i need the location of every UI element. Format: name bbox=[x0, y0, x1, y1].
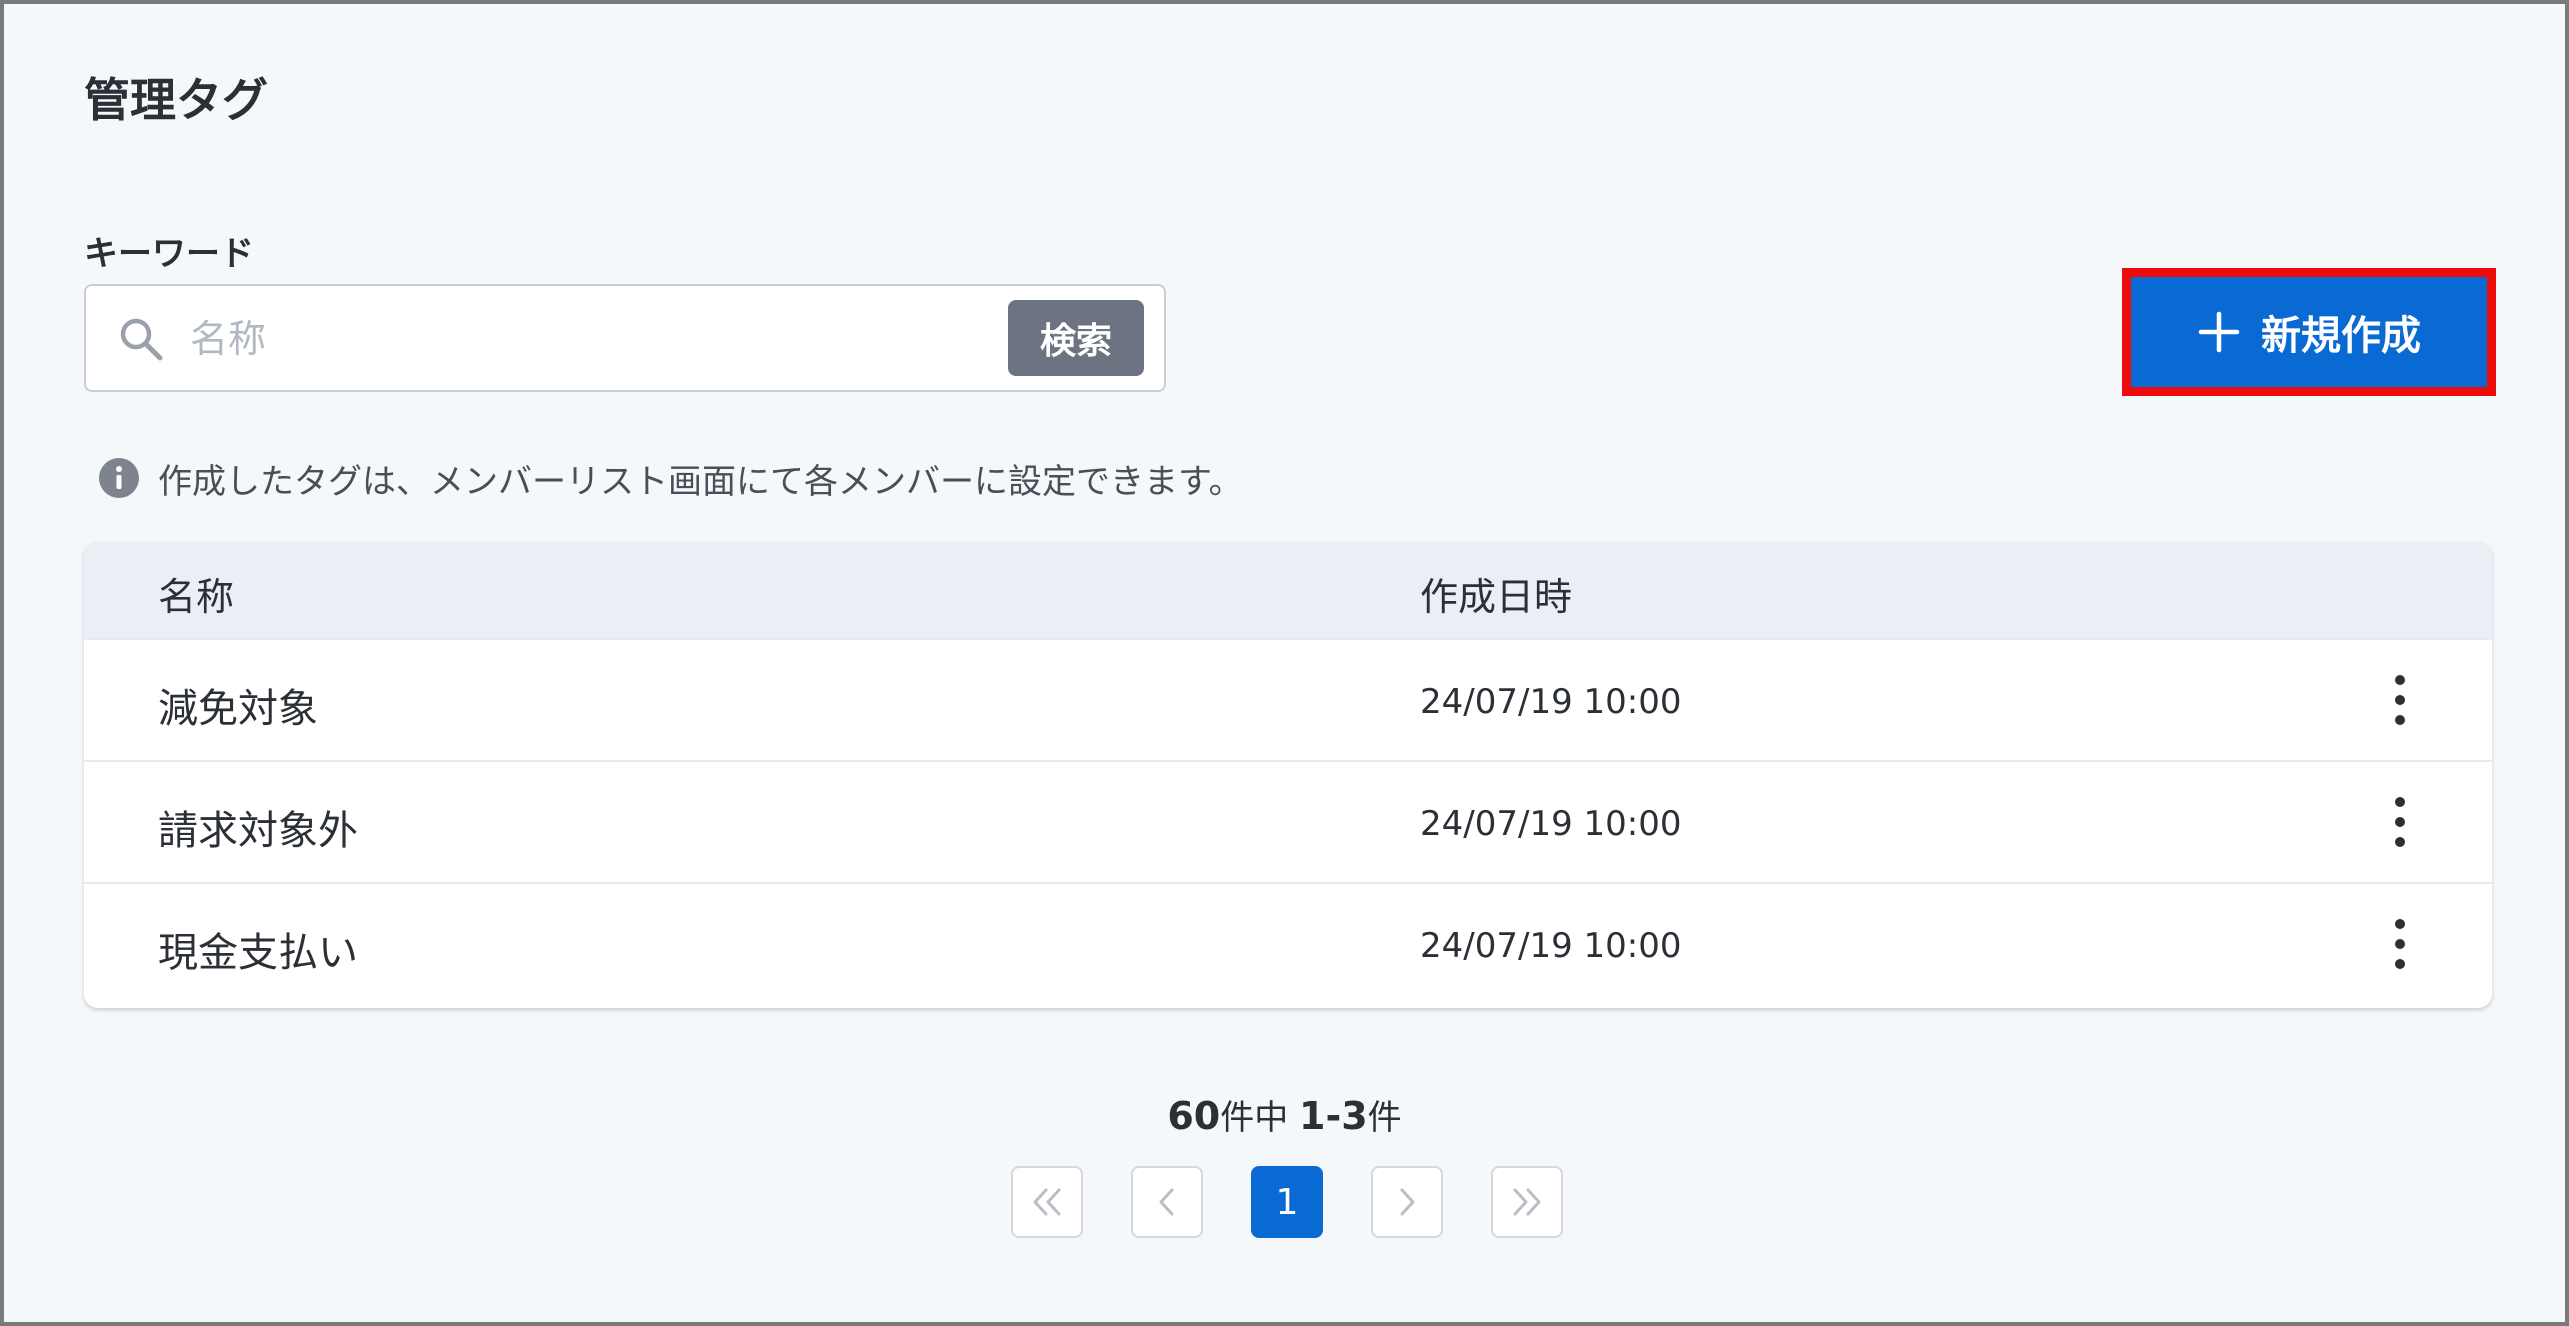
search-input[interactable] bbox=[190, 306, 1070, 372]
new-button-highlight: 新規作成 bbox=[2122, 268, 2496, 396]
table-row: 請求対象外 24/07/19 10:00 bbox=[84, 760, 2492, 882]
table-row: 現金支払い 24/07/19 10:00 bbox=[84, 882, 2492, 1004]
search-box: 検索 bbox=[84, 284, 1166, 392]
double-chevron-right-icon bbox=[1513, 1188, 1541, 1216]
search-icon bbox=[116, 314, 166, 364]
info-note: 作成したタグは、メンバーリスト画面にて各メンバーに設定できます。 bbox=[98, 456, 1243, 502]
table-row: 減免対象 24/07/19 10:00 bbox=[84, 638, 2492, 760]
prev-page-button[interactable] bbox=[1131, 1166, 1203, 1238]
pagination-range: 1-3 bbox=[1299, 1094, 1368, 1138]
tag-table: 名称 作成日時 減免対象 24/07/19 10:00 請求対象外 24/07/… bbox=[84, 542, 2492, 1008]
double-chevron-left-icon bbox=[1033, 1188, 1061, 1216]
column-header-name: 名称 bbox=[158, 575, 235, 619]
tag-name: 請求対象外 bbox=[158, 808, 358, 854]
create-new-button[interactable]: 新規作成 bbox=[2131, 277, 2487, 387]
info-icon bbox=[98, 457, 140, 499]
last-page-button[interactable] bbox=[1491, 1166, 1563, 1238]
more-vertical-icon[interactable] bbox=[2380, 670, 2420, 730]
created-at: 24/07/19 10:00 bbox=[1420, 804, 1682, 844]
more-vertical-icon[interactable] bbox=[2380, 792, 2420, 852]
more-vertical-icon[interactable] bbox=[2380, 914, 2420, 974]
keyword-label: キーワード bbox=[84, 234, 254, 274]
page-title: 管理タグ bbox=[84, 73, 268, 127]
next-page-button[interactable] bbox=[1371, 1166, 1443, 1238]
info-text: 作成したタグは、メンバーリスト画面にて各メンバーに設定できます。 bbox=[158, 461, 1243, 502]
pagination-total: 60 bbox=[1167, 1094, 1221, 1138]
chevron-left-icon bbox=[1159, 1188, 1174, 1216]
search-button[interactable]: 検索 bbox=[1008, 300, 1144, 376]
chevron-right-icon bbox=[1400, 1188, 1415, 1216]
pagination-summary: 60件中 1-3件 bbox=[0, 1090, 2569, 1139]
created-at: 24/07/19 10:00 bbox=[1420, 682, 1682, 722]
create-new-label: 新規作成 bbox=[2261, 313, 2421, 359]
first-page-button[interactable] bbox=[1011, 1166, 1083, 1238]
pagination-total-suffix: 件中 bbox=[1220, 1098, 1289, 1138]
plus-icon bbox=[2197, 310, 2241, 354]
tag-name: 減免対象 bbox=[158, 686, 318, 732]
created-at: 24/07/19 10:00 bbox=[1420, 926, 1682, 966]
column-header-created-at: 作成日時 bbox=[1420, 575, 1573, 619]
pagination-range-suffix: 件 bbox=[1367, 1098, 1402, 1138]
tag-name: 現金支払い bbox=[158, 930, 358, 976]
page-button-current[interactable]: 1 bbox=[1251, 1166, 1323, 1238]
table-header: 名称 作成日時 bbox=[84, 542, 2492, 638]
